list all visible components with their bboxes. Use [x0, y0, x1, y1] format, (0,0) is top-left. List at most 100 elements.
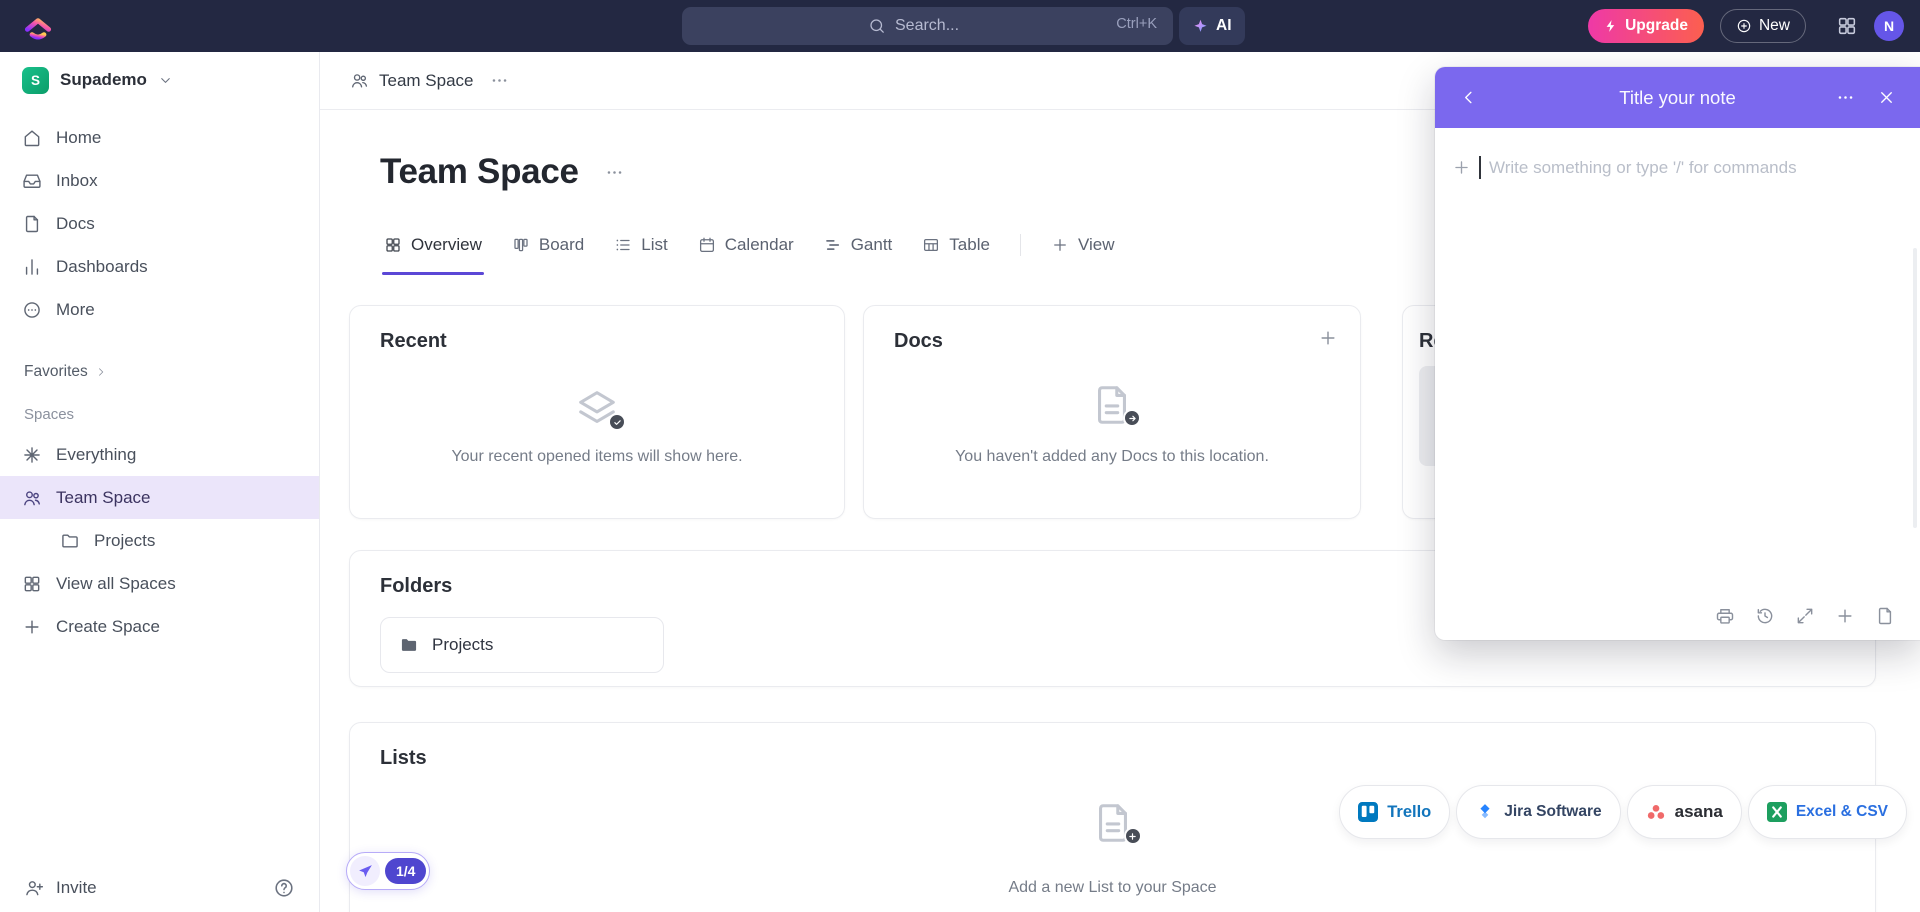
lists-card-title: Lists: [380, 747, 427, 769]
workspace-name: Supademo: [60, 70, 147, 89]
spaces-list: Everything Team Space Projects View all …: [0, 433, 319, 648]
note-scrollbar-thumb[interactable]: [1913, 248, 1917, 528]
breadcrumb-more-button[interactable]: [490, 71, 509, 90]
printer-icon: [1715, 606, 1735, 626]
paper-plane-icon: [357, 863, 374, 880]
ellipsis-icon: [1836, 88, 1855, 107]
onboarding-pill[interactable]: 1/4: [346, 852, 431, 890]
import-buttons: Trello Jira Software asana Excel & CSV: [1339, 785, 1907, 839]
sidebar-item-create-space[interactable]: Create Space: [0, 605, 319, 648]
new-button[interactable]: New: [1719, 9, 1806, 43]
tab-label: Table: [949, 235, 990, 254]
workspace-switcher[interactable]: S Supademo: [0, 52, 319, 108]
import-excel-csv-button[interactable]: Excel & CSV: [1747, 785, 1907, 839]
folder-item-projects[interactable]: Projects: [380, 617, 664, 673]
note-more-button[interactable]: [1836, 88, 1855, 107]
recent-card: Recent Your recent opened items will sho…: [349, 305, 845, 519]
upgrade-label: Upgrade: [1625, 17, 1688, 34]
plus-icon: [1318, 328, 1338, 348]
sidebar-bottom: Invite: [0, 864, 319, 912]
folder-icon: [399, 635, 419, 655]
print-button[interactable]: [1715, 606, 1735, 626]
import-label: Jira Software: [1504, 803, 1602, 820]
sidebar-item-home[interactable]: Home: [0, 116, 319, 159]
favorites-section-toggle[interactable]: Favorites: [0, 357, 319, 387]
new-note-button[interactable]: [1835, 606, 1855, 626]
note-editor-line[interactable]: Write something or type '/' for commands: [1452, 156, 1797, 179]
users-icon: [350, 71, 369, 90]
add-doc-button[interactable]: [1318, 328, 1338, 348]
sidebar-item-label: Home: [56, 127, 102, 147]
sidebar-item-label: More: [56, 299, 95, 319]
check-icon: [613, 418, 622, 427]
note-editor[interactable]: Write something or type '/' for commands: [1435, 128, 1920, 640]
sidebar-item-view-all-spaces[interactable]: View all Spaces: [0, 562, 319, 605]
arrow-badge-icon: [1123, 409, 1141, 427]
close-icon: [1877, 88, 1896, 107]
import-jira-button[interactable]: Jira Software: [1456, 785, 1621, 839]
sidebar-item-dashboards[interactable]: Dashboards: [0, 245, 319, 288]
plus-icon: [22, 617, 42, 637]
sidebar-item-team-space[interactable]: Team Space: [0, 476, 319, 519]
trello-logo-icon: [1358, 802, 1379, 822]
inbox-icon: [22, 171, 42, 191]
import-trello-button[interactable]: Trello: [1339, 785, 1451, 839]
docs-card: Docs You haven't added any Docs to this …: [863, 305, 1361, 519]
folders-card-title: Folders: [380, 575, 453, 597]
excel-logo-icon: [1766, 802, 1787, 822]
help-icon[interactable]: [273, 877, 295, 899]
breadcrumb[interactable]: Team Space: [350, 71, 474, 91]
tabs-divider: [1019, 234, 1021, 256]
bar-chart-icon: [22, 257, 42, 277]
tab-label: Board: [538, 235, 585, 254]
sidebar-item-label: Team Space: [56, 487, 151, 507]
tab-gantt[interactable]: Gantt: [824, 228, 893, 262]
invite-button[interactable]: Invite: [24, 878, 97, 898]
ai-button[interactable]: AI: [1179, 7, 1245, 45]
search-shortcut: Ctrl+K: [1116, 16, 1157, 32]
notes-list-button[interactable]: [1875, 606, 1895, 626]
add-view-button[interactable]: View: [1051, 228, 1115, 262]
breadcrumb-label: Team Space: [379, 70, 474, 90]
sidebar-item-everything[interactable]: Everything: [0, 433, 319, 476]
favorites-label: Favorites: [24, 363, 88, 380]
user-avatar[interactable]: N: [1874, 11, 1904, 41]
back-button[interactable]: [1459, 88, 1478, 107]
recent-empty-icon: [574, 386, 626, 432]
expand-button[interactable]: [1795, 606, 1815, 626]
view-tabs: Overview Board List Calendar Gantt Table…: [382, 228, 1115, 275]
sidebar-item-projects[interactable]: Projects: [0, 519, 319, 562]
sidebar-item-docs[interactable]: Docs: [0, 202, 319, 245]
tab-table[interactable]: Table: [922, 228, 990, 262]
zap-icon: [1604, 19, 1618, 33]
upgrade-button[interactable]: Upgrade: [1588, 9, 1704, 43]
note-close-button[interactable]: [1877, 88, 1896, 107]
import-label: Trello: [1387, 802, 1432, 821]
tab-calendar[interactable]: Calendar: [698, 228, 794, 262]
apps-grid-icon[interactable]: [1836, 15, 1858, 37]
sidebar-nav: Home Inbox Docs Dashboards More: [0, 116, 319, 331]
import-label: Excel & CSV: [1795, 803, 1888, 820]
tab-list[interactable]: List: [614, 228, 668, 262]
sidebar-item-inbox[interactable]: Inbox: [0, 159, 319, 202]
history-button[interactable]: [1755, 606, 1775, 626]
sidebar-item-more[interactable]: More: [0, 288, 319, 331]
add-view-label: View: [1077, 235, 1115, 254]
clickup-logo-icon[interactable]: [22, 10, 54, 42]
import-asana-button[interactable]: asana: [1626, 785, 1742, 839]
tab-board[interactable]: Board: [512, 228, 584, 262]
tab-overview[interactable]: Overview: [382, 228, 484, 275]
jira-logo-icon: [1480, 804, 1490, 819]
more-circle-icon: [22, 300, 42, 320]
topbar: Ctrl+K AI Upgrade New N: [0, 0, 1920, 52]
sidebar-item-label: View all Spaces: [56, 573, 176, 593]
search-bar[interactable]: Ctrl+K: [682, 7, 1173, 45]
tab-label: Gantt: [850, 235, 893, 254]
plus-icon: [1452, 158, 1471, 177]
docs-empty-text: You haven't added any Docs to this locat…: [955, 448, 1269, 465]
users-icon: [22, 488, 42, 508]
page-title-more-button[interactable]: [605, 163, 624, 182]
sidebar-item-label: Everything: [56, 444, 137, 464]
table-icon: [922, 236, 940, 254]
search-input[interactable]: [895, 17, 987, 35]
